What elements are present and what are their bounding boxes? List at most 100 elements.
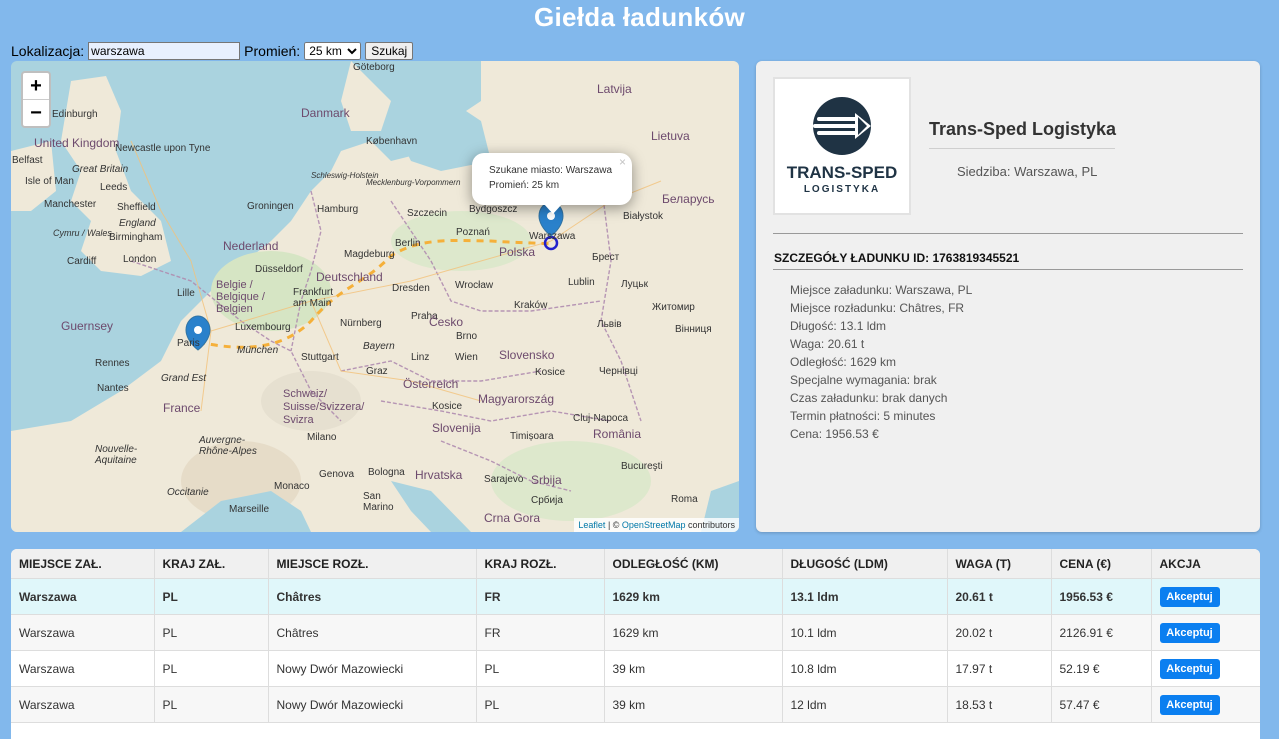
map-label: Białystok bbox=[623, 211, 664, 222]
map-label: Чернівці bbox=[599, 366, 638, 377]
table-cell: 39 km bbox=[604, 686, 783, 723]
map-label: Cardiff bbox=[67, 256, 97, 267]
accept-button[interactable]: Akceptuj bbox=[1159, 694, 1220, 715]
detail-distance: Odległość: 1629 km bbox=[790, 355, 897, 369]
table-row[interactable]: Warszawa PL Nowy Dwór Mazowiecki PL 39 k… bbox=[11, 686, 1260, 723]
map-label: Szczecin bbox=[407, 208, 448, 219]
map-label: Latvija bbox=[597, 82, 632, 96]
map-label: Timișoara bbox=[510, 431, 554, 442]
table-cell: Warszawa bbox=[11, 650, 155, 687]
osm-link[interactable]: OpenStreetMap bbox=[622, 520, 686, 530]
map-label: Луцьк bbox=[621, 279, 648, 290]
map-label: România bbox=[593, 427, 642, 441]
map-label: Edinburgh bbox=[52, 109, 98, 120]
map-label: Nantes bbox=[97, 383, 129, 394]
table-cell: Warszawa bbox=[11, 578, 155, 615]
accept-button[interactable]: Akceptuj bbox=[1159, 586, 1220, 607]
map-label: Magyarország bbox=[478, 392, 555, 406]
table-row[interactable]: Warszawa PL Châtres FR 1629 km 13.1 ldm … bbox=[11, 578, 1260, 615]
divider bbox=[773, 233, 1243, 234]
divider bbox=[773, 269, 1243, 270]
map-label: Rennes bbox=[95, 358, 130, 369]
detail-weight: Waga: 20.61 t bbox=[790, 337, 865, 351]
map-label: Birmingham bbox=[109, 232, 163, 243]
popup-tip bbox=[544, 204, 562, 214]
column-header[interactable]: ODLEGŁOŚĆ (KM) bbox=[604, 549, 783, 579]
popup-close-icon[interactable]: × bbox=[619, 155, 626, 169]
map-label: Kosice bbox=[432, 401, 463, 412]
map-label: Danmark bbox=[301, 106, 350, 120]
map-label: Deutschland bbox=[316, 270, 383, 284]
accept-button[interactable]: Akceptuj bbox=[1159, 622, 1220, 643]
table-cell: 12 ldm bbox=[782, 686, 948, 723]
map-label: Mecklenburg-Vorpommern bbox=[366, 178, 461, 187]
table-cell: FR bbox=[476, 578, 605, 615]
radius-select[interactable]: 25 km bbox=[304, 42, 362, 60]
zoom-control: + − bbox=[21, 71, 51, 128]
map-label: Marseille bbox=[229, 504, 270, 515]
map-label: Newcastle upon Tyne bbox=[115, 143, 211, 154]
table-cell: 13.1 ldm bbox=[782, 578, 948, 615]
map-label: Sheffield bbox=[117, 202, 156, 213]
location-input[interactable] bbox=[88, 42, 241, 60]
column-header[interactable]: DŁUGOŚĆ (LDM) bbox=[782, 549, 948, 579]
map-label: Lublin bbox=[568, 277, 595, 288]
map-label: Linz bbox=[411, 352, 430, 363]
map-label: Leeds bbox=[100, 182, 128, 193]
detail-payment-term: Termin płatności: 5 minutes bbox=[790, 409, 936, 423]
map-label: Житомир bbox=[652, 302, 695, 313]
map-label: Warszawa bbox=[529, 231, 576, 242]
zoom-in-button[interactable]: + bbox=[23, 73, 49, 99]
table-cell: 18.53 t bbox=[947, 686, 1052, 723]
details-panel: TRANS-SPED LOGISTYKA Trans-Sped Logistyk… bbox=[756, 61, 1260, 532]
map-label: Вінниця bbox=[675, 324, 712, 335]
leaflet-link[interactable]: Leaflet bbox=[578, 520, 605, 530]
search-button[interactable]: Szukaj bbox=[365, 42, 414, 60]
map-label: Monaco bbox=[274, 481, 310, 492]
divider bbox=[929, 148, 1115, 149]
map-label: Polska bbox=[499, 245, 536, 259]
map-label: Frankfurt am Main bbox=[293, 287, 334, 309]
map-label: Nürnberg bbox=[340, 318, 382, 329]
map-label: Brno bbox=[456, 331, 478, 342]
map-label: Stuttgart bbox=[301, 352, 339, 363]
table-cell: FR bbox=[476, 614, 605, 651]
map-label: Paris bbox=[177, 338, 200, 349]
column-header[interactable]: WAGA (T) bbox=[947, 549, 1052, 579]
table-cell: Nowy Dwór Mazowiecki bbox=[268, 686, 477, 723]
column-header[interactable]: MIEJSCE ROZŁ. bbox=[268, 549, 477, 579]
map-label: Hamburg bbox=[317, 204, 359, 215]
column-header[interactable]: CENA (€) bbox=[1051, 549, 1152, 579]
map-label: Србија bbox=[531, 495, 563, 506]
map-attribution: Leaflet | © OpenStreetMap contributors bbox=[574, 518, 739, 532]
map-label: Bayern bbox=[363, 341, 395, 352]
column-header[interactable]: KRAJ ROZŁ. bbox=[476, 549, 605, 579]
map-label: Беларусь bbox=[662, 192, 715, 206]
map-label: Slovensko bbox=[499, 348, 555, 362]
details-list: Miejsce załadunku: Warszawa, PL Miejsce … bbox=[790, 281, 972, 443]
map-label: Bucureşti bbox=[621, 461, 663, 472]
map-label: Cluj-Napoca bbox=[573, 413, 629, 424]
map-label: Kraków bbox=[514, 300, 548, 311]
company-name: Trans-Sped Logistyka bbox=[929, 119, 1117, 139]
zoom-out-button[interactable]: − bbox=[23, 99, 49, 126]
map-label: Guernsey bbox=[61, 319, 114, 333]
map-label: Lille bbox=[177, 288, 195, 299]
column-header[interactable]: KRAJ ZAŁ. bbox=[154, 549, 269, 579]
search-bar: Lokalizacja: Promień: 25 km Szukaj bbox=[11, 42, 414, 60]
table-row[interactable]: Warszawa PL Châtres FR 1629 km 10.1 ldm … bbox=[11, 614, 1260, 651]
table-cell: Warszawa bbox=[11, 686, 155, 723]
table-row[interactable]: Warszawa PL Nowy Dwór Mazowiecki PL 39 k… bbox=[11, 650, 1260, 687]
details-title: SZCZEGÓŁY ŁADUNKU ID: 1763819345521 bbox=[774, 251, 1020, 265]
map-label: Hrvatska bbox=[415, 468, 463, 482]
accept-button[interactable]: Akceptuj bbox=[1159, 658, 1220, 679]
column-header[interactable]: MIEJSCE ZAŁ. bbox=[11, 549, 155, 579]
detail-length: Długość: 13.1 ldm bbox=[790, 319, 887, 333]
column-header: AKCJA bbox=[1151, 549, 1260, 579]
map-label: Magdeburg bbox=[344, 249, 395, 260]
map-label: Genova bbox=[319, 469, 355, 480]
map-label: München bbox=[237, 345, 279, 356]
logo-text-top: TRANS-SPED bbox=[787, 163, 898, 182]
map-view[interactable]: Göteborg Edinburgh United Kingdom Newcas… bbox=[11, 61, 739, 532]
map-label: Srbija bbox=[531, 473, 562, 487]
